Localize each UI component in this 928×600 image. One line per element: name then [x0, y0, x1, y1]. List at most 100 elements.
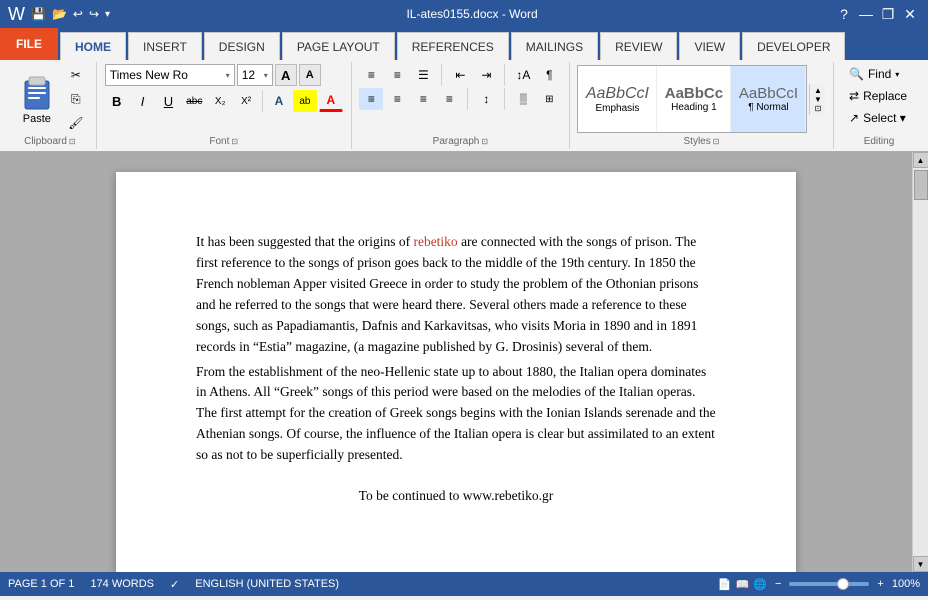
- paragraph-2[interactable]: From the establishment of the neo-Hellen…: [196, 362, 716, 467]
- window-title: IL-ates0155.docx - Word: [110, 7, 834, 21]
- status-left: PAGE 1 OF 1 174 WORDS ✓ ENGLISH (UNITED …: [8, 578, 339, 591]
- select-button[interactable]: ↗ Select ▾: [842, 108, 916, 128]
- find-dropdown-arrow[interactable]: ▾: [895, 70, 899, 79]
- increase-indent-button[interactable]: ⇥: [474, 64, 498, 86]
- numbered-list-button[interactable]: ≡: [385, 64, 409, 86]
- tab-review[interactable]: REVIEW: [600, 32, 677, 60]
- scroll-track[interactable]: [913, 168, 928, 556]
- ribbon-group-paragraph: ≡ ≡ ☰ ⇤ ⇥ ↕A ¶ ≡ ≡ ≡ ≡ ↕ ▒ ⊞: [352, 62, 570, 149]
- align-center-button[interactable]: ≡: [385, 88, 409, 110]
- paste-icon: [19, 73, 55, 113]
- language[interactable]: ENGLISH (UNITED STATES): [195, 578, 339, 590]
- paste-button[interactable]: Paste: [12, 70, 62, 128]
- zoom-thumb[interactable]: [837, 578, 849, 590]
- decrease-indent-button[interactable]: ⇤: [448, 64, 472, 86]
- paragraph-1[interactable]: It has been suggested that the origins o…: [196, 232, 716, 358]
- undo-btn[interactable]: ↩: [73, 7, 83, 21]
- styles-expand-icon[interactable]: ⊡: [713, 137, 720, 146]
- bold-button[interactable]: B: [105, 90, 129, 112]
- document-scroll-area[interactable]: It has been suggested that the origins o…: [0, 152, 912, 572]
- redo-btn[interactable]: ↪: [89, 7, 99, 21]
- restore-btn[interactable]: ❐: [878, 4, 898, 24]
- zoom-level[interactable]: 100%: [892, 578, 920, 590]
- line-spacing-button[interactable]: ↕: [474, 88, 498, 110]
- status-bar: PAGE 1 OF 1 174 WORDS ✓ ENGLISH (UNITED …: [0, 572, 928, 596]
- style-emphasis[interactable]: AaBbCcI Emphasis: [578, 66, 657, 132]
- tab-developer[interactable]: DEVELOPER: [742, 32, 845, 60]
- tab-file[interactable]: FILE: [0, 28, 58, 60]
- print-layout-icon[interactable]: 📄: [718, 578, 732, 591]
- tab-view[interactable]: VIEW: [679, 32, 740, 60]
- tab-home[interactable]: HOME: [60, 32, 126, 60]
- help-btn[interactable]: ?: [834, 4, 854, 24]
- replace-button[interactable]: ⇄ Replace: [842, 86, 916, 106]
- scroll-down-btn[interactable]: ▼: [913, 556, 928, 572]
- justify-button[interactable]: ≡: [437, 88, 461, 110]
- find-icon: 🔍: [849, 67, 864, 81]
- font-grow-button[interactable]: A: [275, 64, 297, 86]
- web-layout-icon[interactable]: 🌐: [753, 578, 767, 591]
- multilevel-list-button[interactable]: ☰: [411, 64, 435, 86]
- tab-references[interactable]: REFERENCES: [397, 32, 509, 60]
- ribbon-group-font: Times New Ro ▾ 12 ▾ A A B I U abc X₂ X² …: [97, 62, 352, 149]
- styles-scroll-up-btn[interactable]: ▲: [814, 86, 822, 95]
- align-right-button[interactable]: ≡: [411, 88, 435, 110]
- tab-insert[interactable]: INSERT: [128, 32, 202, 60]
- status-right: 📄 📖 🌐 − + 100%: [718, 578, 920, 591]
- document-page[interactable]: It has been suggested that the origins o…: [116, 172, 796, 572]
- styles-scroll-down-btn[interactable]: ▼: [814, 95, 822, 104]
- font-expand-icon[interactable]: ⊡: [231, 137, 238, 146]
- border-button[interactable]: ⊞: [537, 88, 561, 110]
- font-size-selector[interactable]: 12 ▾: [237, 64, 273, 86]
- proofing-icon[interactable]: ✓: [170, 578, 179, 591]
- format-painter-button[interactable]: 🖌: [64, 112, 88, 134]
- tab-design[interactable]: DESIGN: [204, 32, 280, 60]
- close-btn[interactable]: ✕: [900, 4, 920, 24]
- zoom-minus-btn[interactable]: −: [775, 578, 781, 590]
- scroll-up-btn[interactable]: ▲: [913, 152, 928, 168]
- align-left-button[interactable]: ≡: [359, 88, 383, 110]
- paragraph-expand-icon[interactable]: ⊡: [481, 137, 488, 146]
- text-effects-button[interactable]: A: [267, 90, 291, 112]
- zoom-plus-btn[interactable]: +: [877, 578, 883, 590]
- sort-button[interactable]: ↕A: [511, 64, 535, 86]
- styles-row: AaBbCcI Emphasis AaBbCc Heading 1 AaBbCc…: [578, 66, 806, 132]
- para1-after: are connected with the songs of prison. …: [196, 234, 698, 354]
- superscript-button[interactable]: X²: [234, 90, 258, 112]
- strikethrough-button[interactable]: abc: [182, 90, 206, 112]
- highlight-button[interactable]: ab: [293, 90, 317, 112]
- shading-button[interactable]: ▒: [511, 88, 535, 110]
- quick-save-btn[interactable]: 💾: [31, 7, 46, 21]
- quick-open-btn[interactable]: 📂: [52, 7, 67, 21]
- underline-button[interactable]: U: [156, 90, 180, 112]
- show-marks-button[interactable]: ¶: [537, 64, 561, 86]
- bullet-list-button[interactable]: ≡: [359, 64, 383, 86]
- style-heading1[interactable]: AaBbCc Heading 1: [657, 66, 731, 132]
- styles-expand-gallery-btn[interactable]: ⊡: [815, 104, 822, 113]
- subscript-button[interactable]: X₂: [208, 90, 232, 112]
- editing-controls: 🔍 Find ▾ ⇄ Replace ↗ Select ▾: [842, 64, 916, 134]
- style-normal[interactable]: AaBbCcI ¶ Normal: [731, 66, 806, 132]
- paragraph-row1: ≡ ≡ ☰ ⇤ ⇥ ↕A ¶: [359, 64, 561, 86]
- clipboard-expand-icon[interactable]: ⊡: [69, 137, 76, 146]
- read-mode-icon[interactable]: 📖: [736, 578, 750, 591]
- cut-button[interactable]: ✂: [64, 64, 88, 86]
- tab-mailings[interactable]: MAILINGS: [511, 32, 598, 60]
- italic-button[interactable]: I: [131, 90, 155, 112]
- font-shrink-button[interactable]: A: [299, 64, 321, 86]
- copy-button[interactable]: ⎘: [64, 88, 88, 110]
- vertical-scrollbar[interactable]: ▲ ▼: [912, 152, 928, 572]
- font-name-dropdown-arrow[interactable]: ▾: [226, 71, 230, 80]
- minimize-btn[interactable]: —: [856, 4, 876, 24]
- zoom-slider[interactable]: [789, 582, 869, 586]
- font-color-button[interactable]: A: [319, 90, 343, 112]
- rebetiko-link[interactable]: rebetiko: [413, 234, 457, 249]
- clipboard-label: Clipboard ⊡: [12, 136, 88, 147]
- font-size-dropdown-arrow[interactable]: ▾: [264, 71, 268, 80]
- find-button[interactable]: 🔍 Find ▾: [842, 64, 916, 84]
- font-label: Font ⊡: [105, 136, 343, 147]
- clipboard-small-btns: ✂ ⎘ 🖌: [64, 64, 88, 134]
- scroll-thumb[interactable]: [914, 170, 928, 200]
- font-name-selector[interactable]: Times New Ro ▾: [105, 64, 235, 86]
- tab-page-layout[interactable]: PAGE LAYOUT: [282, 32, 395, 60]
